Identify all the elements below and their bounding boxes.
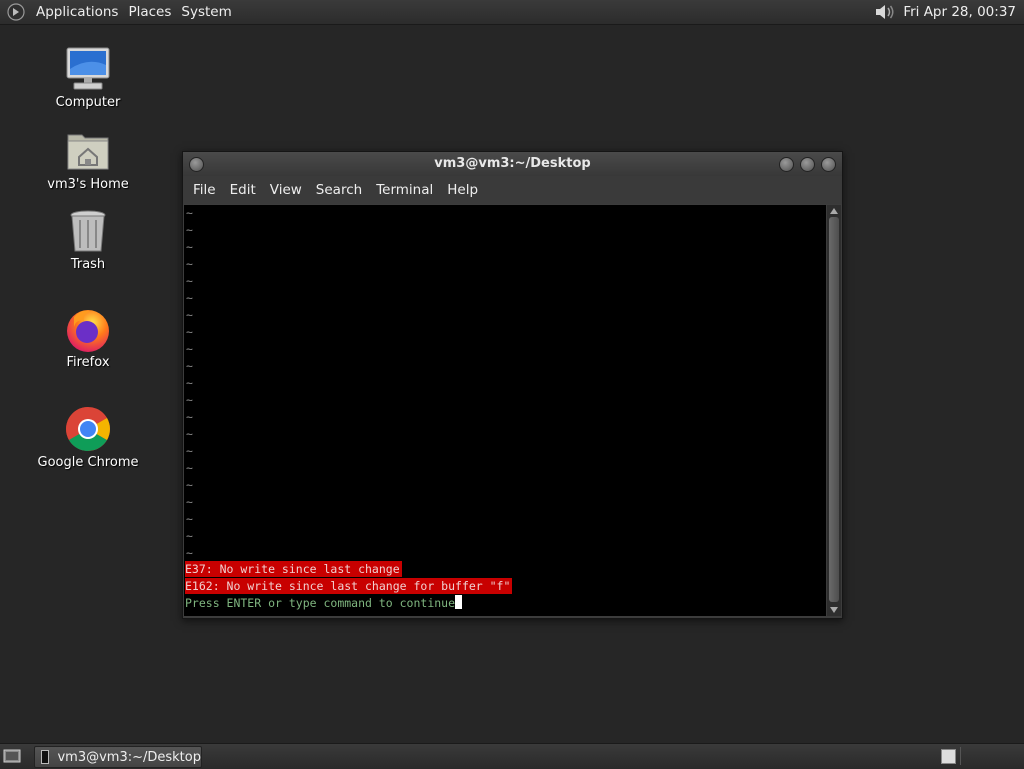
vim-tilde: ~ bbox=[186, 461, 193, 475]
menu-search[interactable]: Search bbox=[309, 182, 369, 198]
vim-error-e162: E162: No write since last change for buf… bbox=[185, 578, 513, 594]
workspace-2[interactable] bbox=[960, 747, 1017, 765]
scrollbar-thumb[interactable] bbox=[829, 217, 839, 602]
text-cursor bbox=[455, 595, 463, 609]
desktop-icon-firefox[interactable]: Firefox bbox=[28, 305, 148, 370]
vim-tilde: ~ bbox=[186, 546, 193, 560]
vim-tilde: ~ bbox=[186, 512, 193, 526]
vim-tilde: ~ bbox=[186, 308, 193, 322]
home-folder-icon bbox=[67, 134, 109, 170]
vim-tilde: ~ bbox=[186, 529, 193, 543]
desktop-icon-label: vm3's Home bbox=[47, 177, 129, 192]
workspace-1[interactable] bbox=[941, 749, 956, 764]
trash-icon bbox=[70, 210, 106, 252]
vim-tilde: ~ bbox=[186, 495, 193, 509]
desktop-icon-label: Google Chrome bbox=[37, 455, 139, 470]
terminal-menubar: File Edit View Search Terminal Help bbox=[183, 176, 842, 204]
close-icon[interactable] bbox=[821, 157, 836, 172]
vim-continue-prompt: Press ENTER or type command to continue bbox=[185, 595, 463, 611]
vim-tilde: ~ bbox=[186, 274, 193, 288]
desktop-icon-computer[interactable]: Computer bbox=[28, 45, 148, 110]
chrome-icon bbox=[66, 407, 110, 451]
menu-places[interactable]: Places bbox=[123, 4, 176, 20]
menu-applications[interactable]: Applications bbox=[31, 4, 123, 20]
scroll-down-icon[interactable] bbox=[830, 607, 838, 613]
top-panel: Applications Places System Fri Apr 28, 0… bbox=[0, 0, 1024, 25]
window-title: vm3@vm3:~/Desktop bbox=[434, 156, 591, 171]
desktop-icon-label: Trash bbox=[70, 257, 106, 272]
volume-icon[interactable] bbox=[873, 2, 897, 22]
menu-help[interactable]: Help bbox=[440, 182, 485, 198]
prompt-text: Press ENTER or type command to continue bbox=[185, 596, 456, 610]
vim-tilde: ~ bbox=[186, 342, 193, 356]
menu-terminal[interactable]: Terminal bbox=[369, 182, 440, 198]
show-desktop-icon[interactable] bbox=[3, 748, 21, 764]
menu-view[interactable]: View bbox=[263, 182, 309, 198]
firefox-icon bbox=[67, 310, 109, 352]
vim-tilde: ~ bbox=[186, 223, 193, 237]
computer-icon bbox=[66, 47, 110, 90]
minimize-icon[interactable] bbox=[779, 157, 794, 172]
menu-system[interactable]: System bbox=[176, 4, 236, 20]
desktop-icon-chrome[interactable]: Google Chrome bbox=[28, 405, 148, 470]
clock[interactable]: Fri Apr 28, 00:37 bbox=[903, 4, 1016, 20]
vim-tilde: ~ bbox=[186, 376, 193, 390]
desktop-icon-label: Firefox bbox=[66, 355, 110, 370]
menu-file[interactable]: File bbox=[186, 182, 223, 198]
vim-tilde: ~ bbox=[186, 444, 193, 458]
vim-tilde: ~ bbox=[186, 257, 193, 271]
gnome-foot-icon[interactable] bbox=[7, 3, 25, 21]
menu-edit[interactable]: Edit bbox=[223, 182, 263, 198]
vim-tilde: ~ bbox=[186, 206, 193, 220]
scroll-up-icon[interactable] bbox=[830, 208, 838, 214]
taskbar-item-terminal[interactable]: vm3@vm3:~/Desktop bbox=[34, 746, 202, 768]
window-titlebar[interactable]: vm3@vm3:~/Desktop bbox=[183, 152, 842, 176]
taskbar-item-label: vm3@vm3:~/Desktop bbox=[57, 749, 201, 765]
desktop-icon-label: Computer bbox=[55, 95, 121, 110]
maximize-icon[interactable] bbox=[800, 157, 815, 172]
vim-tilde: ~ bbox=[186, 325, 193, 339]
vim-tilde: ~ bbox=[186, 240, 193, 254]
terminal-icon bbox=[41, 750, 50, 764]
window-menu-icon[interactable] bbox=[189, 157, 204, 172]
vim-tilde: ~ bbox=[186, 427, 193, 441]
terminal-output[interactable]: ~ ~ ~ ~ ~ ~ ~ ~ ~ ~ ~ ~ ~ ~ ~ ~ ~ ~ ~ ~ … bbox=[184, 205, 826, 616]
desktop-icon-home[interactable]: vm3's Home bbox=[28, 127, 148, 192]
desktop-icon-trash[interactable]: Trash bbox=[28, 207, 148, 272]
vim-tilde: ~ bbox=[186, 359, 193, 373]
vim-tilde: ~ bbox=[186, 478, 193, 492]
vim-empty-lines: ~ ~ ~ ~ ~ ~ ~ ~ ~ ~ ~ ~ ~ ~ ~ ~ ~ ~ ~ ~ … bbox=[186, 205, 193, 562]
terminal-window[interactable]: vm3@vm3:~/Desktop File Edit View Search … bbox=[182, 151, 843, 619]
bottom-panel: vm3@vm3:~/Desktop bbox=[0, 743, 1024, 769]
terminal-scrollbar[interactable] bbox=[827, 205, 841, 616]
vim-tilde: ~ bbox=[186, 291, 193, 305]
vim-error-e37: E37: No write since last change bbox=[185, 561, 402, 577]
vim-tilde: ~ bbox=[186, 393, 193, 407]
vim-tilde: ~ bbox=[186, 410, 193, 424]
